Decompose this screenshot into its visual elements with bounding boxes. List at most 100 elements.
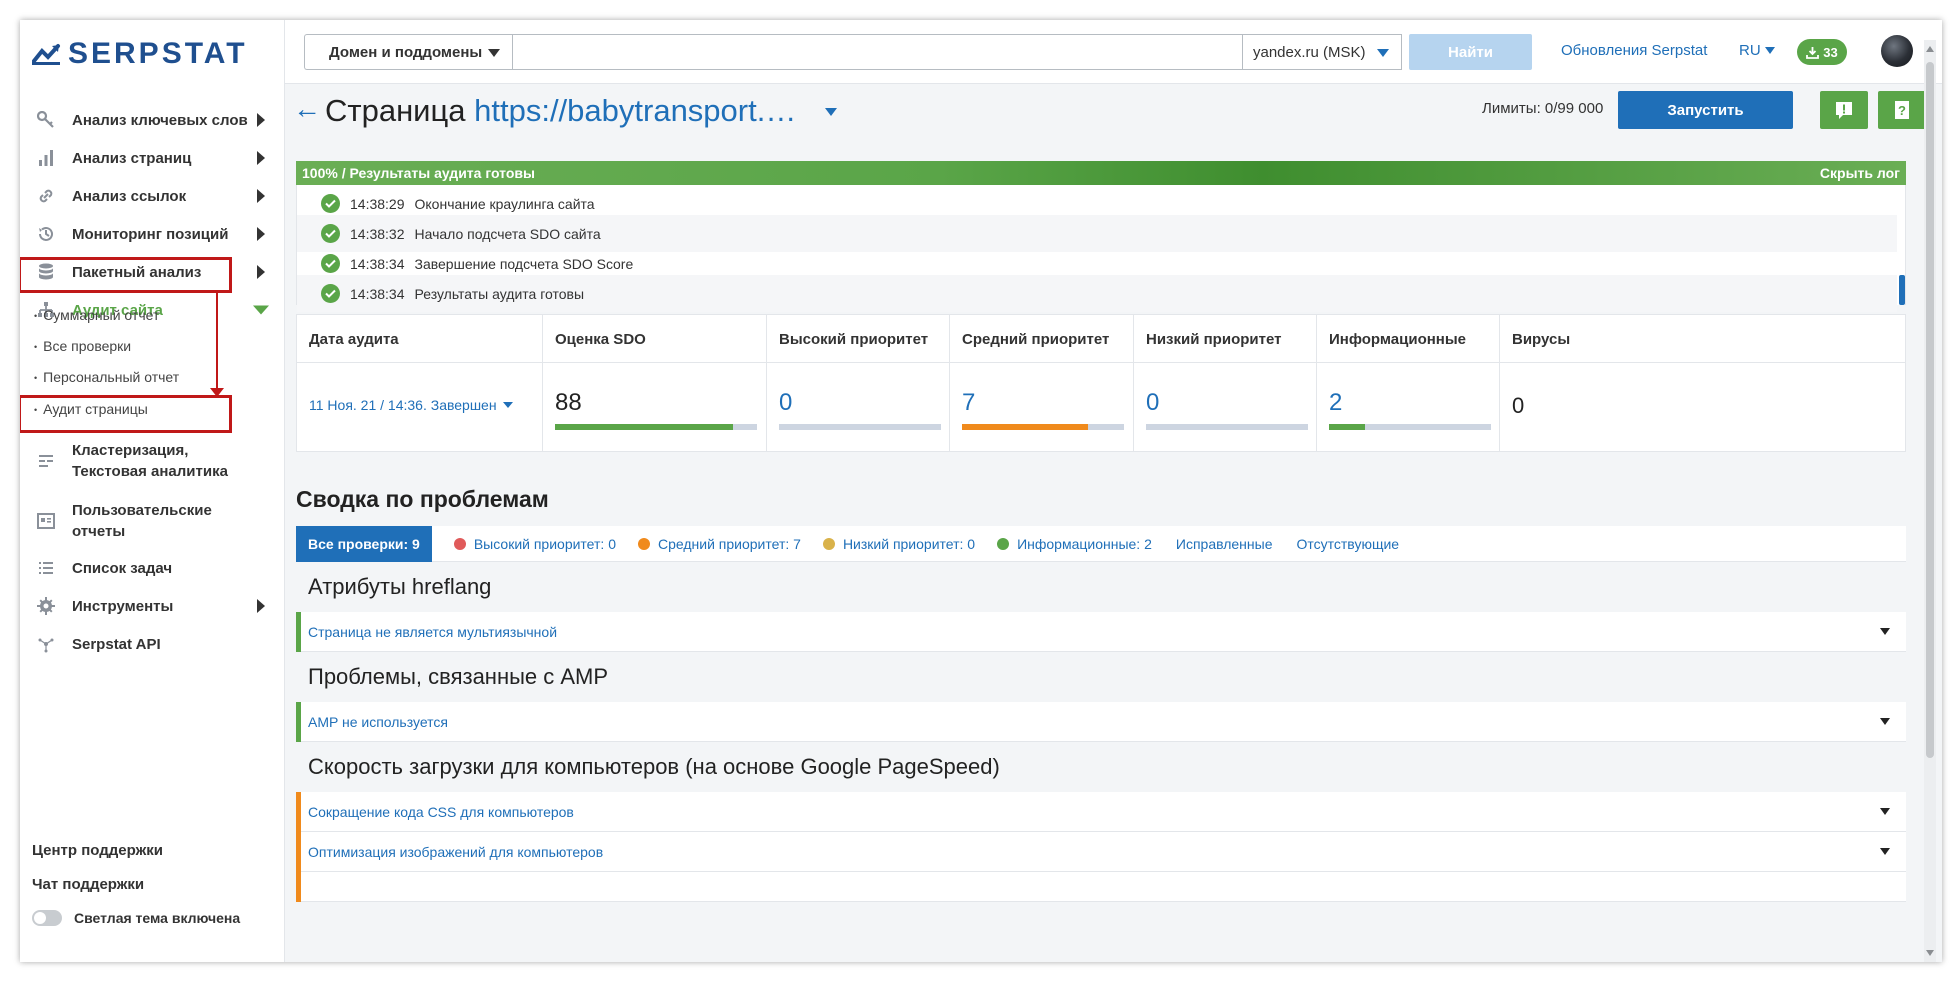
support-chat-link[interactable]: Чат поддержки	[32, 876, 144, 893]
label-line: Пользовательские	[72, 502, 212, 519]
issue-row[interactable]	[296, 872, 1906, 902]
sidebar-item-custom-reports[interactable]: Пользовательские отчеты	[20, 496, 285, 546]
filter-fixed[interactable]: Исправленные	[1176, 536, 1273, 552]
expand-arrow-icon	[257, 113, 265, 127]
subitem-all-checks[interactable]: Все проверки	[34, 338, 131, 354]
log-text: Завершение подсчета SDO Score	[414, 255, 634, 272]
run-button[interactable]: Запустить	[1618, 91, 1793, 129]
severity-stripe	[296, 702, 301, 742]
log-time: 14:38:29	[350, 195, 405, 212]
stat-informational[interactable]: Информационные 2	[1317, 315, 1500, 451]
issue-filters: Все проверки: 9 Высокий приоритет: 0 Сре…	[296, 525, 1906, 562]
stat-value: 2	[1329, 389, 1343, 416]
chevron-down-icon	[1880, 848, 1890, 855]
domain-mode-select[interactable]: Домен и поддомены	[304, 34, 512, 70]
stat-low-priority[interactable]: Низкий приоритет 0	[1134, 315, 1317, 451]
issue-row[interactable]: AMP не используется	[296, 702, 1906, 742]
stat-high-priority[interactable]: Высокий приоритет 0	[767, 315, 950, 451]
check-circle-icon	[321, 224, 340, 243]
stat-bar	[962, 424, 1124, 430]
bar-chart-icon	[39, 150, 53, 166]
subitem-personal-report[interactable]: Персональный отчет	[34, 369, 179, 385]
filter-high-priority[interactable]: Высокий приоритет: 0	[453, 535, 616, 552]
api-icon	[38, 638, 54, 653]
theme-toggle[interactable]	[32, 910, 62, 926]
stat-medium-priority[interactable]: Средний приоритет 7	[950, 315, 1134, 451]
serpstat-logo[interactable]: SERPSTAT	[32, 36, 248, 72]
red-arrow-line	[216, 293, 218, 390]
search-input[interactable]	[512, 34, 1243, 70]
language-value: RU	[1739, 42, 1761, 59]
sidebar-item-api[interactable]: Serpstat API	[20, 622, 285, 666]
support-center-link[interactable]: Центр поддержки	[32, 842, 163, 859]
stat-bar	[555, 424, 757, 430]
language-select[interactable]: RU	[1739, 42, 1775, 59]
stat-viruses: Вирусы 0	[1500, 315, 1905, 451]
low-priority-dot-icon	[822, 537, 835, 550]
filter-informational[interactable]: Информационные: 2	[997, 536, 1152, 552]
high-priority-dot-icon	[453, 537, 466, 550]
hide-log-link[interactable]: Скрыть лог	[1820, 165, 1900, 181]
sidebar: SERPSTAT Анализ ключевых слов Анализ стр…	[20, 20, 285, 962]
chevron-down-icon	[1764, 47, 1775, 54]
filter-all-checks[interactable]: Все проверки: 9	[296, 525, 432, 562]
issue-row[interactable]: Сокращение кода CSS для компьютеров	[296, 792, 1906, 832]
medium-priority-dot-icon	[637, 537, 650, 550]
info-dot-icon	[997, 537, 1010, 550]
history-icon	[39, 226, 53, 241]
expand-arrow-icon	[257, 189, 265, 203]
filter-label: Высокий приоритет: 0	[473, 535, 616, 552]
avatar[interactable]	[1881, 35, 1913, 67]
report-issue-button[interactable]	[1820, 91, 1868, 129]
scroll-up-icon[interactable]	[1926, 46, 1934, 52]
stat-value: 88	[555, 389, 582, 416]
check-circle-icon	[321, 194, 340, 213]
page-scrollbar[interactable]	[1924, 40, 1936, 962]
subitem-summary-report[interactable]: Суммарный отчет	[34, 307, 159, 323]
stat-value: 7	[962, 389, 976, 416]
updates-link[interactable]: Обновления Serpstat	[1561, 42, 1707, 59]
scroll-thumb[interactable]	[1926, 62, 1934, 758]
region-value: yandex.ru (MSK)	[1253, 43, 1366, 61]
back-arrow-icon[interactable]: ←	[293, 94, 321, 124]
expand-arrow-icon	[257, 599, 265, 613]
audit-progress-bar: 100% / Результаты аудита готовы Скрыть л…	[296, 161, 1906, 185]
downloads-button[interactable]: 33	[1797, 39, 1847, 65]
label-line: отчеты	[72, 523, 126, 540]
region-select[interactable]: yandex.ru (MSK)	[1243, 34, 1402, 70]
log-scrollbar[interactable]	[1899, 275, 1905, 305]
stat-bar-fill	[1329, 424, 1365, 430]
help-button[interactable]: ?	[1878, 91, 1926, 129]
issue-row[interactable]: Оптимизация изображений для компьютеров	[296, 832, 1906, 872]
sidebar-item-label: Мониторинг позиций	[72, 225, 229, 243]
filter-low-priority[interactable]: Низкий приоритет: 0	[822, 536, 975, 552]
theme-row: Светлая тема включена	[32, 910, 240, 926]
stat-sdo-score[interactable]: Оценка SDO 88	[543, 315, 767, 451]
highlight-box-page-audit	[20, 395, 232, 433]
issue-label: Сокращение кода CSS для компьютеров	[308, 803, 574, 820]
stat-header: Средний приоритет	[950, 315, 1133, 363]
scroll-down-icon[interactable]	[1926, 950, 1934, 956]
gear-icon	[37, 597, 55, 615]
label-line: Текстовая аналитика	[72, 463, 228, 480]
group-title-hreflang: Атрибуты hreflang	[296, 562, 1906, 612]
report-icon	[37, 513, 55, 529]
section-title: Сводка по проблемам	[296, 486, 549, 512]
sidebar-item-label: Кластеризация, Текстовая аналитика	[72, 440, 228, 482]
audit-date-select[interactable]: 11 Ноя. 21 / 14:36. Завершен	[309, 397, 513, 413]
filter-missing[interactable]: Отсутствующие	[1297, 536, 1400, 552]
sidebar-item-clustering[interactable]: Кластеризация, Текстовая аналитика	[20, 436, 285, 486]
log-text: Начало подсчета SDO сайта	[414, 225, 601, 242]
find-button[interactable]: Найти	[1409, 34, 1532, 70]
page-title-url[interactable]: https://babytransport.…	[474, 93, 796, 128]
chevron-down-icon	[1880, 628, 1890, 635]
filter-medium-priority[interactable]: Средний приоритет: 7	[637, 536, 801, 552]
chevron-down-icon	[1377, 49, 1389, 57]
label-line: Кластеризация,	[72, 442, 189, 459]
issue-row[interactable]: Страница не является мультиязычной	[296, 612, 1906, 652]
stat-bar	[1146, 424, 1308, 430]
severity-stripe	[296, 832, 301, 872]
stat-audit-date: Дата аудита 11 Ноя. 21 / 14:36. Завершен	[297, 315, 543, 451]
chevron-down-icon[interactable]	[825, 108, 837, 116]
stat-header: Вирусы	[1500, 315, 1905, 363]
